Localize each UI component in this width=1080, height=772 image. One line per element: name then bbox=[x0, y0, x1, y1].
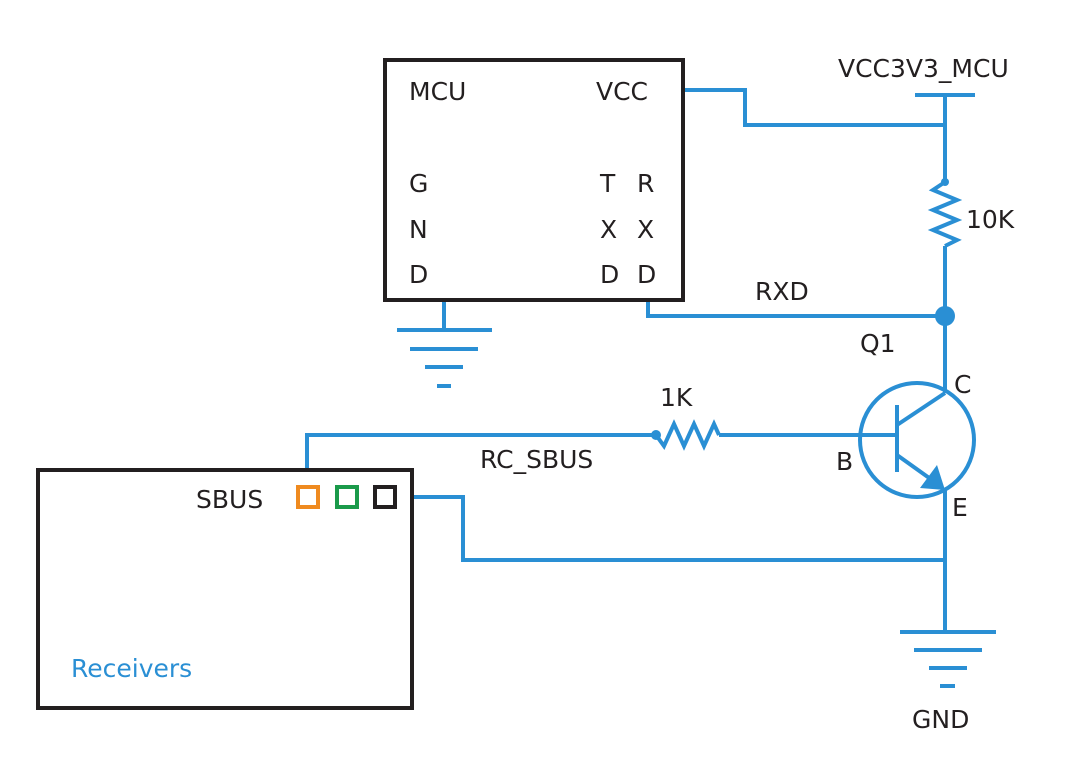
mcu-vcc-pin-label: VCC bbox=[596, 77, 648, 106]
vcc3v3-net-label: VCC3V3_MCU bbox=[838, 54, 1009, 83]
mcu-gnd-pin-g: G bbox=[409, 169, 428, 198]
emitter-arrow-icon bbox=[920, 465, 945, 490]
collector-label: C bbox=[954, 370, 971, 399]
mcu-txd-pin-t: T bbox=[599, 169, 616, 198]
mcu-txd-pin-d: D bbox=[600, 260, 619, 289]
mcu-rxd-pin-d: D bbox=[637, 260, 656, 289]
resistor-10k-label: 10K bbox=[966, 205, 1015, 234]
sbus-port-label: SBUS bbox=[196, 485, 263, 514]
sbus-pin-power bbox=[335, 485, 359, 509]
schematic-canvas: MCU VCC G N D T X D R X D VCC3V3_MCU 10K… bbox=[36, 54, 1015, 734]
wire-receiver-gnd bbox=[412, 495, 945, 562]
emitter-label: E bbox=[952, 493, 968, 522]
mcu-title: MCU bbox=[409, 77, 466, 106]
junction-dot bbox=[935, 306, 955, 326]
mcu-gnd-pin-n: N bbox=[409, 215, 428, 244]
sbus-pin-ground bbox=[373, 485, 397, 509]
mcu-gnd-pin-d: D bbox=[409, 260, 428, 289]
mcu-rxd-pin-x: X bbox=[637, 215, 654, 244]
resistor-10k-terminal bbox=[941, 178, 949, 186]
receiver-title: Receivers bbox=[71, 654, 192, 683]
rc-sbus-net-label: RC_SBUS bbox=[480, 445, 593, 474]
mcu-rxd-pin-r: R bbox=[637, 169, 654, 198]
sbus-pin-signal bbox=[296, 485, 320, 509]
resistor-10k-symbol bbox=[927, 180, 963, 248]
resistor-1k-symbol bbox=[654, 419, 721, 451]
wire-vcc bbox=[683, 88, 945, 127]
rxd-net-label: RXD bbox=[755, 277, 809, 306]
gnd-net-label: GND bbox=[912, 705, 969, 734]
transistor-ref-label: Q1 bbox=[860, 329, 896, 358]
mcu-gnd-symbol bbox=[397, 328, 492, 388]
transistor-q1 bbox=[858, 381, 976, 499]
resistor-1k-label: 1K bbox=[660, 383, 693, 412]
mcu-txd-pin-x: X bbox=[600, 215, 617, 244]
base-label: B bbox=[836, 447, 853, 476]
gnd-symbol bbox=[900, 630, 996, 688]
